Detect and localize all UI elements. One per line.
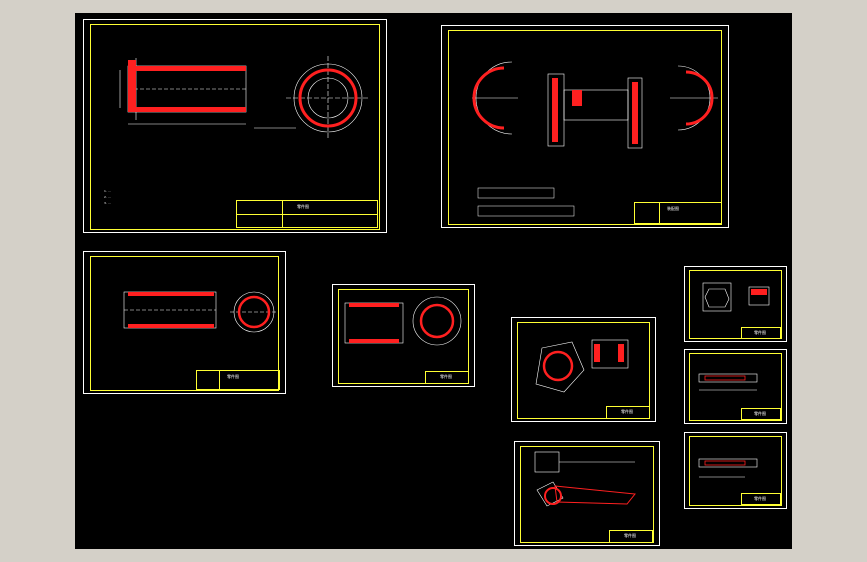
title-block: 零件图 (741, 327, 781, 339)
title-block-text: 零件图 (621, 409, 633, 414)
title-block-text: 零件图 (754, 330, 766, 335)
title-block: 装配图 (634, 202, 722, 224)
technical-notes: 1. ... 2. ... 3. ... (104, 189, 111, 205)
drawing-sheet-5[interactable]: 零件图 (511, 317, 656, 422)
title-block-text: 零件图 (754, 496, 766, 501)
drawing-sheet-6[interactable]: 零件图 (514, 441, 660, 546)
title-block-text: 零件图 (227, 374, 239, 379)
title-block-text: 零件图 (754, 411, 766, 416)
title-block: 零件图 (606, 406, 650, 419)
drawing-sheet-9[interactable]: 零件图 (684, 432, 787, 509)
drawing-sheet-8[interactable]: 零件图 (684, 349, 787, 424)
title-block-text: 零件图 (440, 374, 452, 379)
drawing-sheet-3[interactable]: 零件图 (83, 251, 286, 394)
drawing-sheet-1[interactable]: 1. ... 2. ... 3. ... 零件图 (83, 19, 387, 233)
title-block-text: 零件图 (624, 533, 636, 538)
title-block: 零件图 (236, 200, 378, 228)
drawing-sheet-2[interactable]: 装配图 (441, 25, 729, 228)
assembly-drawing (472, 61, 718, 217)
title-block: 零件图 (741, 493, 781, 505)
drawing-canvas[interactable]: 1. ... 2. ... 3. ... 零件图 装配图 零件图 零件图 零件图… (75, 13, 792, 549)
title-block: 零件图 (741, 408, 781, 420)
drawing-sheet-4[interactable]: 零件图 (332, 284, 475, 387)
title-block: 零件图 (196, 370, 280, 390)
title-block-text: 零件图 (297, 204, 309, 209)
drawing-sheet-7[interactable]: 零件图 (684, 266, 787, 342)
title-block: 零件图 (425, 371, 469, 384)
title-block: 零件图 (609, 530, 653, 543)
title-block-text: 装配图 (667, 206, 679, 211)
